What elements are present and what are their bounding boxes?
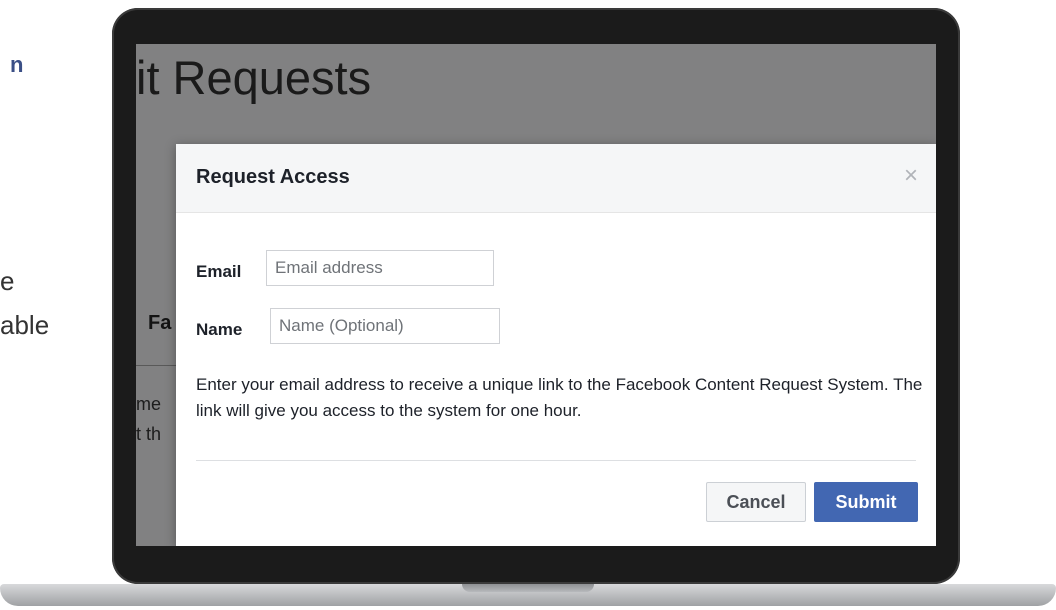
slide-text-fragment: able xyxy=(0,310,50,340)
dialog-description: Enter your email address to receive a un… xyxy=(196,375,923,420)
email-label: Email xyxy=(196,262,242,281)
footer-divider xyxy=(196,460,916,461)
slide-text-fragment: n xyxy=(10,52,24,77)
name-label: Name xyxy=(196,320,243,339)
dialog-header: Request Access × xyxy=(176,144,936,213)
slide-text-fragment: e xyxy=(0,266,15,296)
request-access-dialog: Request Access × Email Name Enter your e… xyxy=(176,144,936,546)
name-field[interactable] xyxy=(270,308,500,344)
close-icon[interactable]: × xyxy=(904,164,918,188)
cancel-button[interactable]: Cancel xyxy=(706,482,806,522)
laptop-hinge-notch xyxy=(462,584,594,592)
email-field[interactable] xyxy=(266,250,494,286)
dialog-title: Request Access xyxy=(196,166,350,188)
laptop-screen: it Requests Fa me t th Request Access × … xyxy=(136,44,936,546)
submit-button[interactable]: Submit xyxy=(814,482,918,522)
